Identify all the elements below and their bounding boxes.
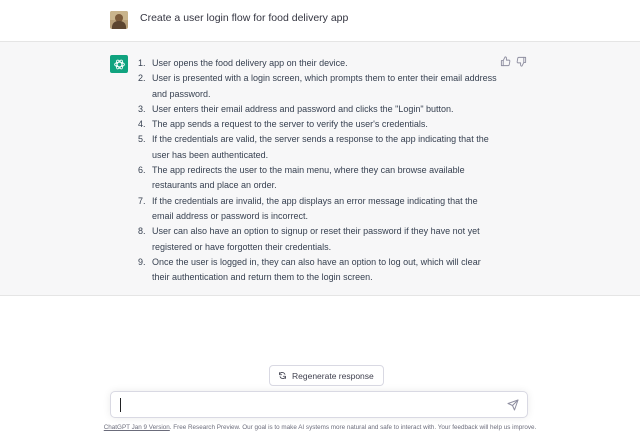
list-item-text: User can also have an option to signup o… bbox=[152, 226, 480, 252]
thumbs-up-icon[interactable] bbox=[500, 56, 511, 67]
list-item-number: 3. bbox=[138, 103, 146, 114]
list-item: 5. If the credentials are valid, the serv… bbox=[138, 132, 500, 163]
list-item-text: If the credentials are invalid, the app … bbox=[152, 195, 478, 221]
footer: ChatGPT Jan 9 Version. Free Research Pre… bbox=[0, 424, 640, 431]
list-item-number: 4. bbox=[138, 119, 146, 130]
list-item: 8. User can also have an option to signup… bbox=[138, 224, 500, 255]
thumbs-down-icon[interactable] bbox=[516, 56, 527, 67]
message-composer[interactable] bbox=[110, 391, 528, 418]
list-item-number: 1. bbox=[138, 58, 146, 68]
list-item-text: The app sends a request to the server to… bbox=[152, 119, 428, 130]
list-item-number: 5. bbox=[138, 134, 146, 145]
list-item-number: 2. bbox=[138, 73, 146, 84]
footer-text: . Free Research Preview. Our goal is to … bbox=[169, 424, 537, 431]
user-avatar bbox=[110, 11, 128, 29]
list-item-text: User enters their email address and pass… bbox=[152, 103, 454, 114]
user-message-text: Create a user login flow for food delive… bbox=[140, 12, 349, 24]
list-item-number: 9. bbox=[138, 256, 146, 267]
openai-logo-icon bbox=[110, 55, 128, 73]
version-link[interactable]: ChatGPT Jan 9 Version bbox=[104, 424, 170, 431]
list-item-text: If the credentials are valid, the server… bbox=[152, 134, 489, 160]
user-message-row: Create a user login flow for food delive… bbox=[0, 0, 640, 42]
regenerate-label: Regenerate response bbox=[292, 370, 374, 381]
list-item: 6. The app redirects the user to the main… bbox=[138, 163, 500, 194]
list-item-text: The app redirects the user to the main m… bbox=[152, 165, 465, 191]
list-item-number: 8. bbox=[138, 226, 146, 237]
refresh-icon bbox=[279, 372, 286, 379]
list-item: 4. The app sends a request to the server … bbox=[138, 117, 500, 132]
list-item: 7. If the credentials are invalid, the ap… bbox=[138, 194, 500, 225]
list-item-text: User opens the food delivery app on thei… bbox=[152, 58, 348, 68]
list-item: 3. User enters their email address and pa… bbox=[138, 102, 500, 117]
feedback-controls bbox=[500, 56, 527, 67]
list-item: 1. User opens the food delivery app on th… bbox=[138, 56, 500, 71]
list-item-number: 6. bbox=[138, 165, 146, 176]
list-item: 2. User is presented with a login screen,… bbox=[138, 71, 500, 102]
prompt-input[interactable] bbox=[121, 392, 501, 417]
answer-list: 1. User opens the food delivery app on th… bbox=[138, 56, 500, 285]
list-item: 9. Once the user is logged in, they can a… bbox=[138, 255, 500, 286]
paper-plane-icon[interactable] bbox=[507, 399, 519, 411]
list-item-text: Once the user is logged in, they can als… bbox=[152, 256, 481, 283]
list-item-text: User is presented with a login screen, w… bbox=[152, 73, 497, 99]
assistant-message-row: 1. User opens the food delivery app on th… bbox=[0, 42, 640, 296]
list-item-number: 7. bbox=[138, 195, 146, 206]
regenerate-response-button[interactable]: Regenerate response bbox=[269, 365, 384, 386]
